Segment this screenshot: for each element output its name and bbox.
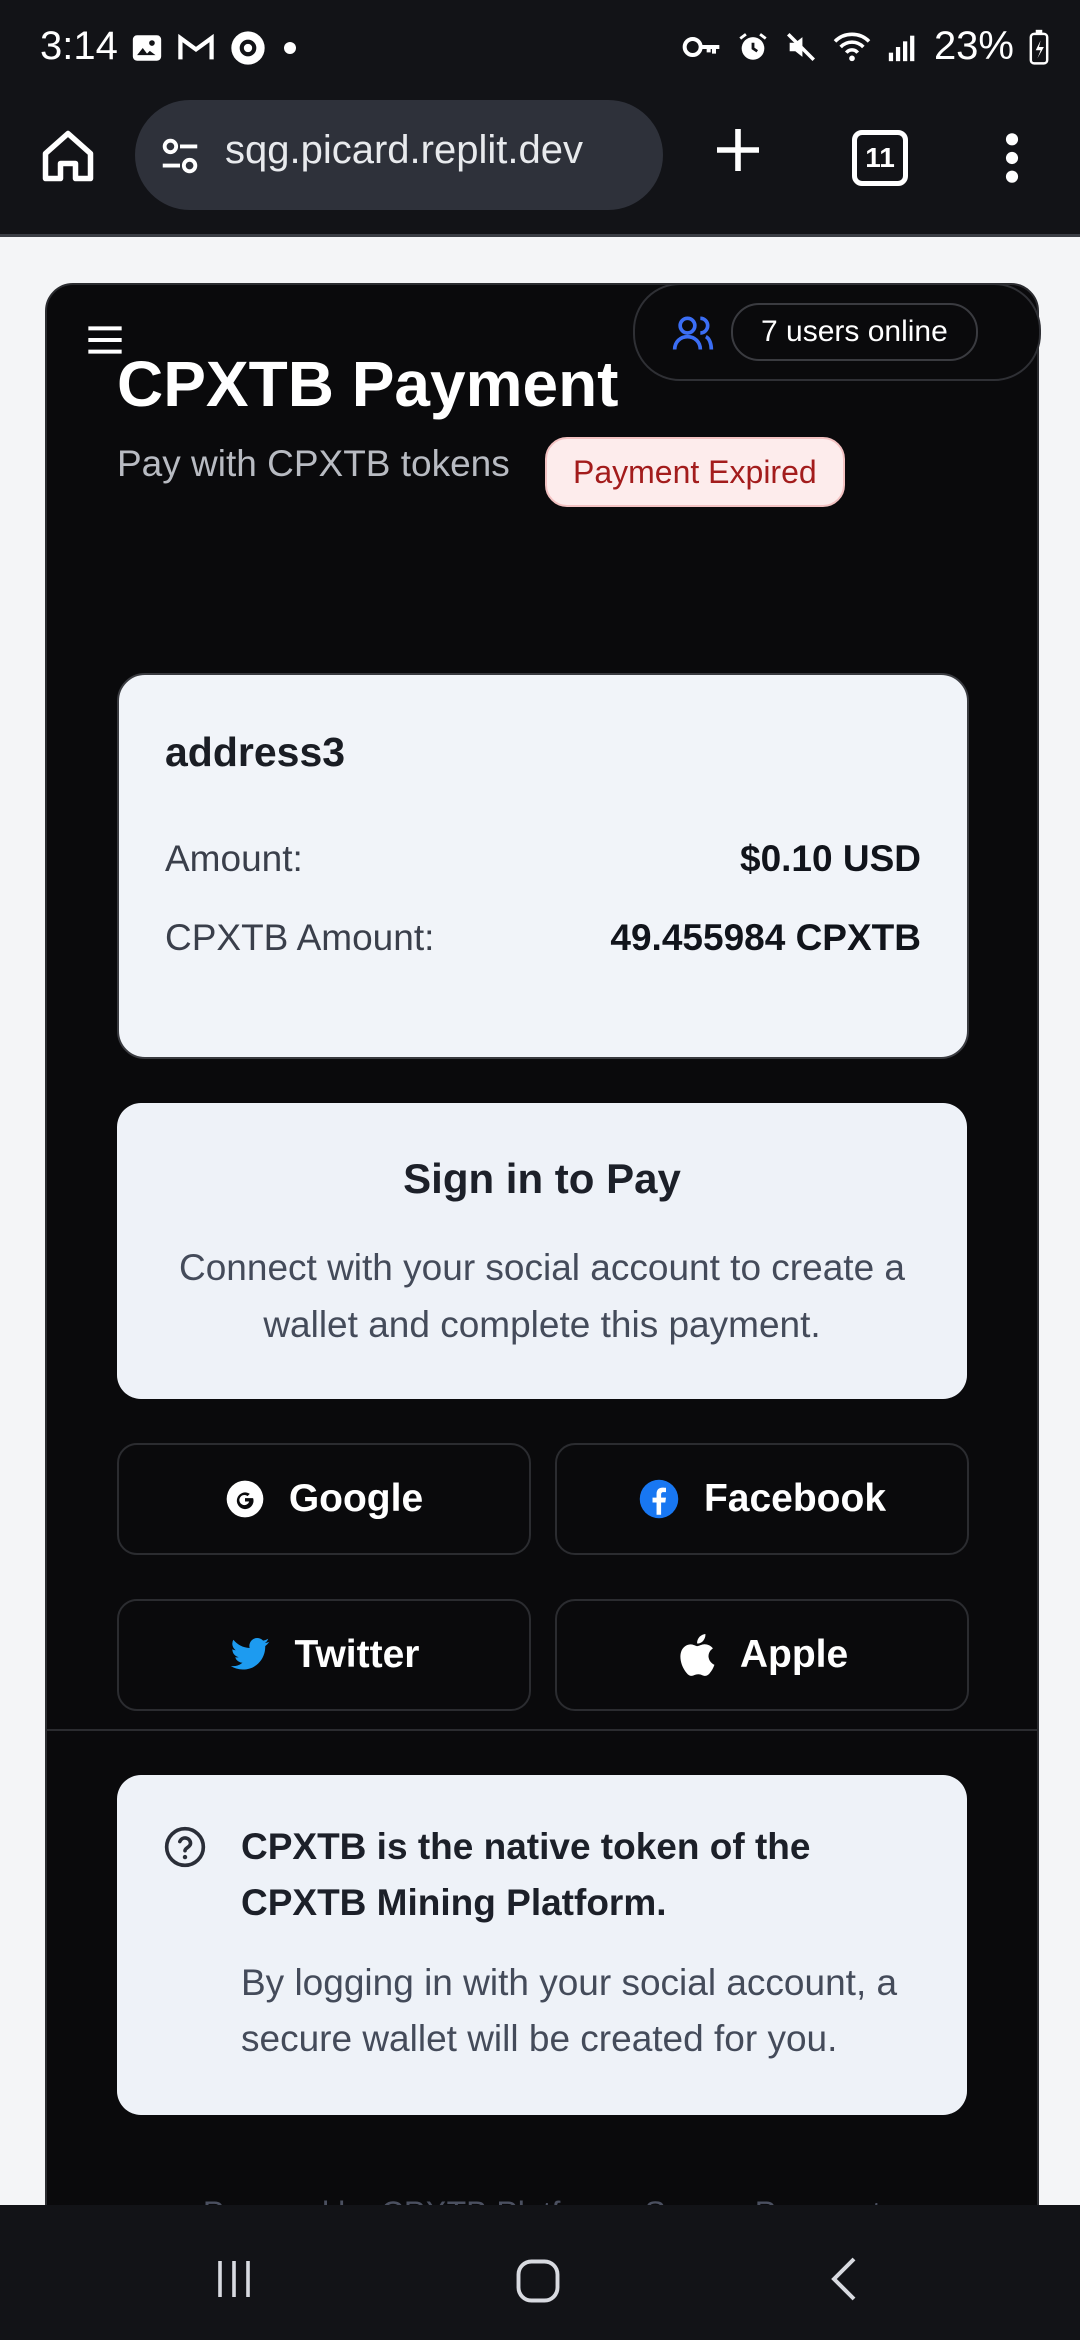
help-circle-icon xyxy=(164,1826,206,1868)
browser-toolbar: sqg.picard.replit.dev 11 xyxy=(0,100,1080,237)
info-heading: CPXTB is the native token of the CPXTB M… xyxy=(241,1826,811,1923)
tab-switcher-button[interactable]: 11 xyxy=(852,130,908,186)
wifi-icon xyxy=(833,32,871,61)
facebook-icon xyxy=(639,1479,679,1519)
footer-text: Powered by CPXTB Platform • Secure Payme… xyxy=(47,2195,1037,2205)
cpxtb-amount-value: 49.455984 CPXTB xyxy=(610,917,921,958)
gallery-icon xyxy=(132,35,162,61)
new-tab-icon[interactable] xyxy=(710,122,766,178)
facebook-label: Facebook xyxy=(703,1477,887,1520)
facebook-login-button[interactable]: Facebook xyxy=(555,1443,969,1555)
more-menu-icon[interactable] xyxy=(1000,130,1024,186)
info-body: By logging in with your social account, … xyxy=(241,1962,898,2059)
notification-icons xyxy=(130,28,300,68)
payment-card: 7 users online CPXTB Payment Pay with CP… xyxy=(45,283,1041,2205)
system-nav-bar xyxy=(0,2205,1080,2340)
home-nav-icon[interactable] xyxy=(512,2255,564,2307)
vpn-key-icon xyxy=(682,36,720,57)
online-users-widget: 7 users online xyxy=(633,283,1041,381)
gmail-icon xyxy=(178,33,214,60)
cpxtb-amount-label: CPXTB Amount: xyxy=(165,917,435,958)
twitter-login-button[interactable]: Twitter xyxy=(117,1599,531,1711)
online-users-badge: 7 users online xyxy=(731,303,978,361)
signal-icon xyxy=(888,35,915,61)
sign-in-panel: Sign in to Pay Connect with your social … xyxy=(117,1103,967,1399)
info-panel: CPXTB is the native token of the CPXTB M… xyxy=(117,1775,967,2115)
sign-in-title: Sign in to Pay xyxy=(403,1155,681,1202)
status-badge: Payment Expired xyxy=(545,437,845,507)
web-page: 7 users online CPXTB Payment Pay with CP… xyxy=(0,237,1080,2205)
sign-in-description: Connect with your social account to crea… xyxy=(179,1247,905,1345)
home-icon[interactable] xyxy=(38,126,98,186)
google-icon xyxy=(226,1480,264,1518)
apple-label: Apple xyxy=(739,1633,849,1676)
dot-icon xyxy=(284,42,296,54)
amount-value: $0.10 USD xyxy=(740,838,921,879)
amount-label: Amount: xyxy=(165,838,303,879)
clock: 3:14 xyxy=(40,24,118,68)
battery-icon xyxy=(1029,29,1049,65)
divider xyxy=(47,1729,1037,1731)
google-label: Google xyxy=(288,1477,424,1520)
apple-icon xyxy=(680,1633,715,1676)
back-icon[interactable] xyxy=(822,2255,870,2303)
payment-details: address3 Amount: $0.10 USD CPXTB Amount:… xyxy=(117,673,969,1059)
status-bar: 3:14 23% xyxy=(0,0,1080,100)
page-subtitle: Pay with CPXTB tokens xyxy=(117,443,510,484)
wallet-address: address3 xyxy=(165,729,346,775)
url-text[interactable]: sqg.picard.replit.dev xyxy=(225,128,645,173)
address-bar[interactable]: sqg.picard.replit.dev xyxy=(135,100,663,210)
site-settings-icon[interactable] xyxy=(157,133,203,179)
alarm-icon xyxy=(739,32,767,60)
google-login-button[interactable]: Google xyxy=(117,1443,531,1555)
apple-login-button[interactable]: Apple xyxy=(555,1599,969,1711)
battery-percent: 23% xyxy=(933,24,1014,68)
twitter-icon xyxy=(230,1637,269,1670)
mute-icon xyxy=(786,32,815,61)
system-icons: 23% xyxy=(682,24,1050,69)
record-icon xyxy=(231,31,265,65)
users-icon xyxy=(672,316,714,350)
twitter-label: Twitter xyxy=(294,1633,420,1676)
recent-apps-icon[interactable] xyxy=(210,2255,258,2303)
page-title: CPXTB Payment xyxy=(117,348,619,420)
